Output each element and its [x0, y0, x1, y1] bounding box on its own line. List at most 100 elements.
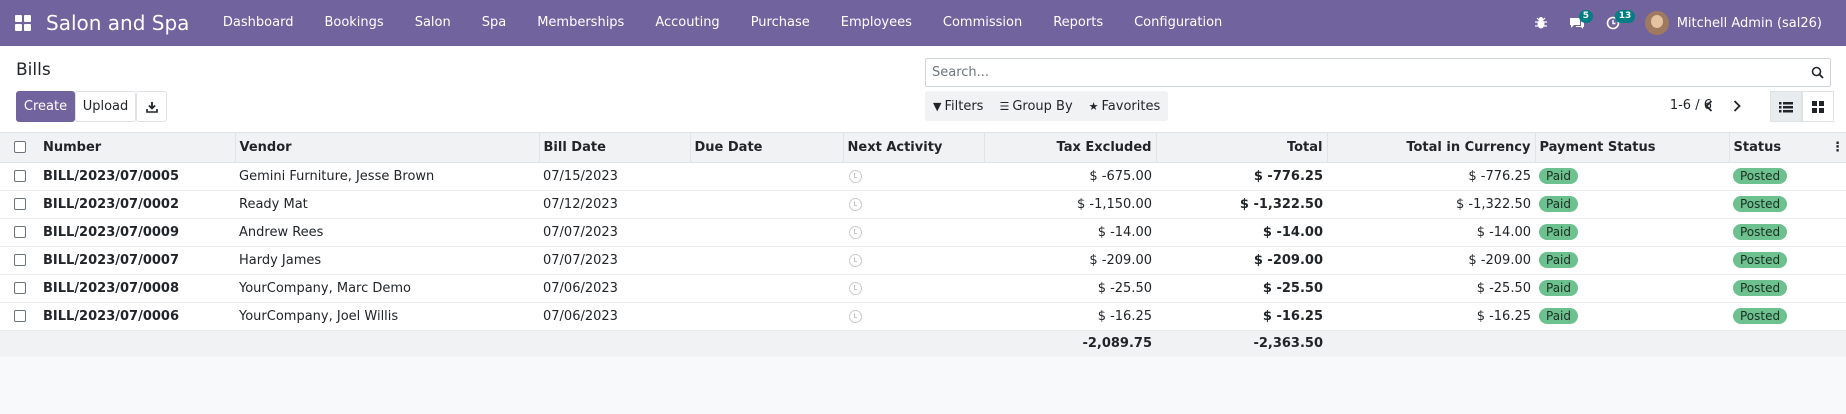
col-next-activity[interactable]: Next Activity	[842, 133, 984, 163]
col-number[interactable]: Number	[39, 133, 235, 163]
table-row[interactable]: BILL/2023/07/0007 Hardy James 07/07/2023…	[0, 246, 1846, 275]
cell-tax-excluded: $ -209.00	[984, 246, 1156, 275]
activity-clock-icon[interactable]	[843, 162, 984, 191]
bars-icon: ☰	[999, 99, 1010, 113]
payment-status-badge: Paid	[1539, 308, 1579, 324]
menu-salon[interactable]: Salon	[399, 0, 466, 46]
menu-commission[interactable]: Commission	[927, 0, 1037, 46]
activity-clock-icon[interactable]	[843, 302, 984, 331]
favorites-button[interactable]: ★ Favorites	[1081, 91, 1169, 121]
cell-number: BILL/2023/07/0006	[39, 302, 235, 331]
col-vendor[interactable]: Vendor	[234, 133, 539, 163]
messages-icon[interactable]: 5	[1559, 0, 1595, 46]
col-due-date[interactable]: Due Date	[689, 133, 843, 163]
cell-bill-date: 07/07/2023	[539, 218, 690, 247]
cell-bill-date: 07/12/2023	[539, 190, 690, 219]
cell-due-date	[690, 162, 843, 191]
table-row[interactable]: BILL/2023/07/0002 Ready Mat 07/12/2023 $…	[0, 190, 1846, 219]
activities-badge: 13	[1614, 10, 1636, 23]
menu-memberships[interactable]: Memberships	[522, 0, 640, 46]
table-row[interactable]: BILL/2023/07/0008 YourCompany, Marc Demo…	[0, 274, 1846, 303]
cell-number: BILL/2023/07/0005	[39, 162, 235, 191]
search-input[interactable]	[926, 59, 1804, 86]
cell-due-date	[690, 274, 843, 303]
app-brand[interactable]: Salon and Spa	[46, 11, 189, 35]
filters-label: Filters	[944, 98, 984, 114]
groupby-label: Group By	[1012, 98, 1073, 114]
col-total-currency[interactable]: Total in Currency	[1326, 133, 1535, 163]
row-checkbox[interactable]	[0, 218, 39, 247]
col-bill-date[interactable]: Bill Date	[538, 133, 690, 163]
bug-icon[interactable]	[1523, 0, 1559, 46]
user-name: Mitchell Admin (sal26)	[1676, 15, 1822, 31]
cell-tax-excluded: $ -14.00	[984, 218, 1156, 247]
select-all-checkbox[interactable]	[0, 133, 39, 163]
footer-total-sum: -2,363.50	[1156, 330, 1327, 357]
upload-button[interactable]: Upload	[75, 91, 136, 122]
kanban-view-icon[interactable]	[1802, 91, 1834, 122]
col-payment-status[interactable]: Payment Status	[1534, 133, 1729, 163]
row-checkbox[interactable]	[0, 162, 39, 191]
activities-clock-icon[interactable]: 13	[1595, 0, 1636, 46]
menu-employees[interactable]: Employees	[825, 0, 927, 46]
menu-spa[interactable]: Spa	[466, 0, 521, 46]
search-icon[interactable]	[1804, 66, 1830, 79]
search-options: ▼ Filters ☰ Group By ★ Favorites	[925, 91, 1169, 121]
table-header-row: Number Vendor Bill Date Due Date Next Ac…	[0, 133, 1846, 163]
cell-tax-excluded: $ -675.00	[984, 162, 1156, 191]
cell-total: $ -209.00	[1156, 246, 1327, 275]
col-status-label: Status	[1733, 139, 1782, 155]
row-checkbox[interactable]	[0, 190, 39, 219]
payment-status-badge: Paid	[1539, 168, 1579, 184]
cell-vendor: Gemini Furniture, Jesse Brown	[235, 162, 539, 191]
menu-reports[interactable]: Reports	[1038, 0, 1119, 46]
cell-number: BILL/2023/07/0009	[39, 218, 235, 247]
activity-clock-icon[interactable]	[843, 274, 984, 303]
table-row[interactable]: BILL/2023/07/0009 Andrew Rees 07/07/2023…	[0, 218, 1846, 247]
col-status[interactable]: Status ⋮	[1728, 133, 1846, 163]
cell-total-currency: $ -16.25	[1327, 302, 1535, 331]
menu-dashboard[interactable]: Dashboard	[207, 0, 309, 46]
cell-total-currency: $ -25.50	[1327, 274, 1535, 303]
cell-bill-date: 07/15/2023	[539, 162, 690, 191]
messages-badge: 5	[1578, 10, 1593, 23]
activity-clock-icon[interactable]	[843, 190, 984, 219]
menu-accouting[interactable]: Accouting	[640, 0, 735, 46]
cell-tax-excluded: $ -1,150.00	[984, 190, 1156, 219]
cell-total: $ -25.50	[1156, 274, 1327, 303]
create-button[interactable]: Create	[16, 91, 75, 122]
col-tax-excluded[interactable]: Tax Excluded	[983, 133, 1156, 163]
cell-total-currency: $ -776.25	[1327, 162, 1535, 191]
status-badge: Posted	[1733, 168, 1788, 184]
apps-menu-icon[interactable]	[0, 0, 46, 46]
optional-columns-icon[interactable]: ⋮	[1831, 140, 1844, 155]
pager-previous-icon[interactable]	[1696, 91, 1722, 121]
cell-total: $ -14.00	[1156, 218, 1327, 247]
download-icon[interactable]	[136, 91, 167, 122]
cell-tax-excluded: $ -25.50	[984, 274, 1156, 303]
status-badge: Posted	[1733, 280, 1788, 296]
control-panel: Bills Create Upload ▼ Filters ☰ Group By…	[0, 46, 1846, 133]
cell-total-currency: $ -1,322.50	[1327, 190, 1535, 219]
menu-bookings[interactable]: Bookings	[309, 0, 399, 46]
filter-icon: ▼	[933, 99, 942, 113]
groupby-button[interactable]: ☰ Group By	[991, 91, 1080, 121]
cell-bill-date: 07/06/2023	[539, 302, 690, 331]
status-badge: Posted	[1733, 308, 1788, 324]
row-checkbox[interactable]	[0, 274, 39, 303]
pager-next-icon[interactable]	[1724, 91, 1750, 121]
activity-clock-icon[interactable]	[843, 246, 984, 275]
payment-status-badge: Paid	[1539, 280, 1579, 296]
user-menu[interactable]: Mitchell Admin (sal26)	[1644, 11, 1822, 35]
filters-button[interactable]: ▼ Filters	[925, 91, 991, 121]
row-checkbox[interactable]	[0, 302, 39, 331]
activity-clock-icon[interactable]	[843, 218, 984, 247]
menu-configuration[interactable]: Configuration	[1119, 0, 1238, 46]
row-checkbox[interactable]	[0, 246, 39, 275]
cell-due-date	[690, 218, 843, 247]
menu-purchase[interactable]: Purchase	[735, 0, 825, 46]
table-row[interactable]: BILL/2023/07/0006 YourCompany, Joel Will…	[0, 302, 1846, 331]
table-row[interactable]: BILL/2023/07/0005 Gemini Furniture, Jess…	[0, 162, 1846, 191]
col-total[interactable]: Total	[1155, 133, 1327, 163]
list-view-icon[interactable]	[1770, 91, 1802, 122]
